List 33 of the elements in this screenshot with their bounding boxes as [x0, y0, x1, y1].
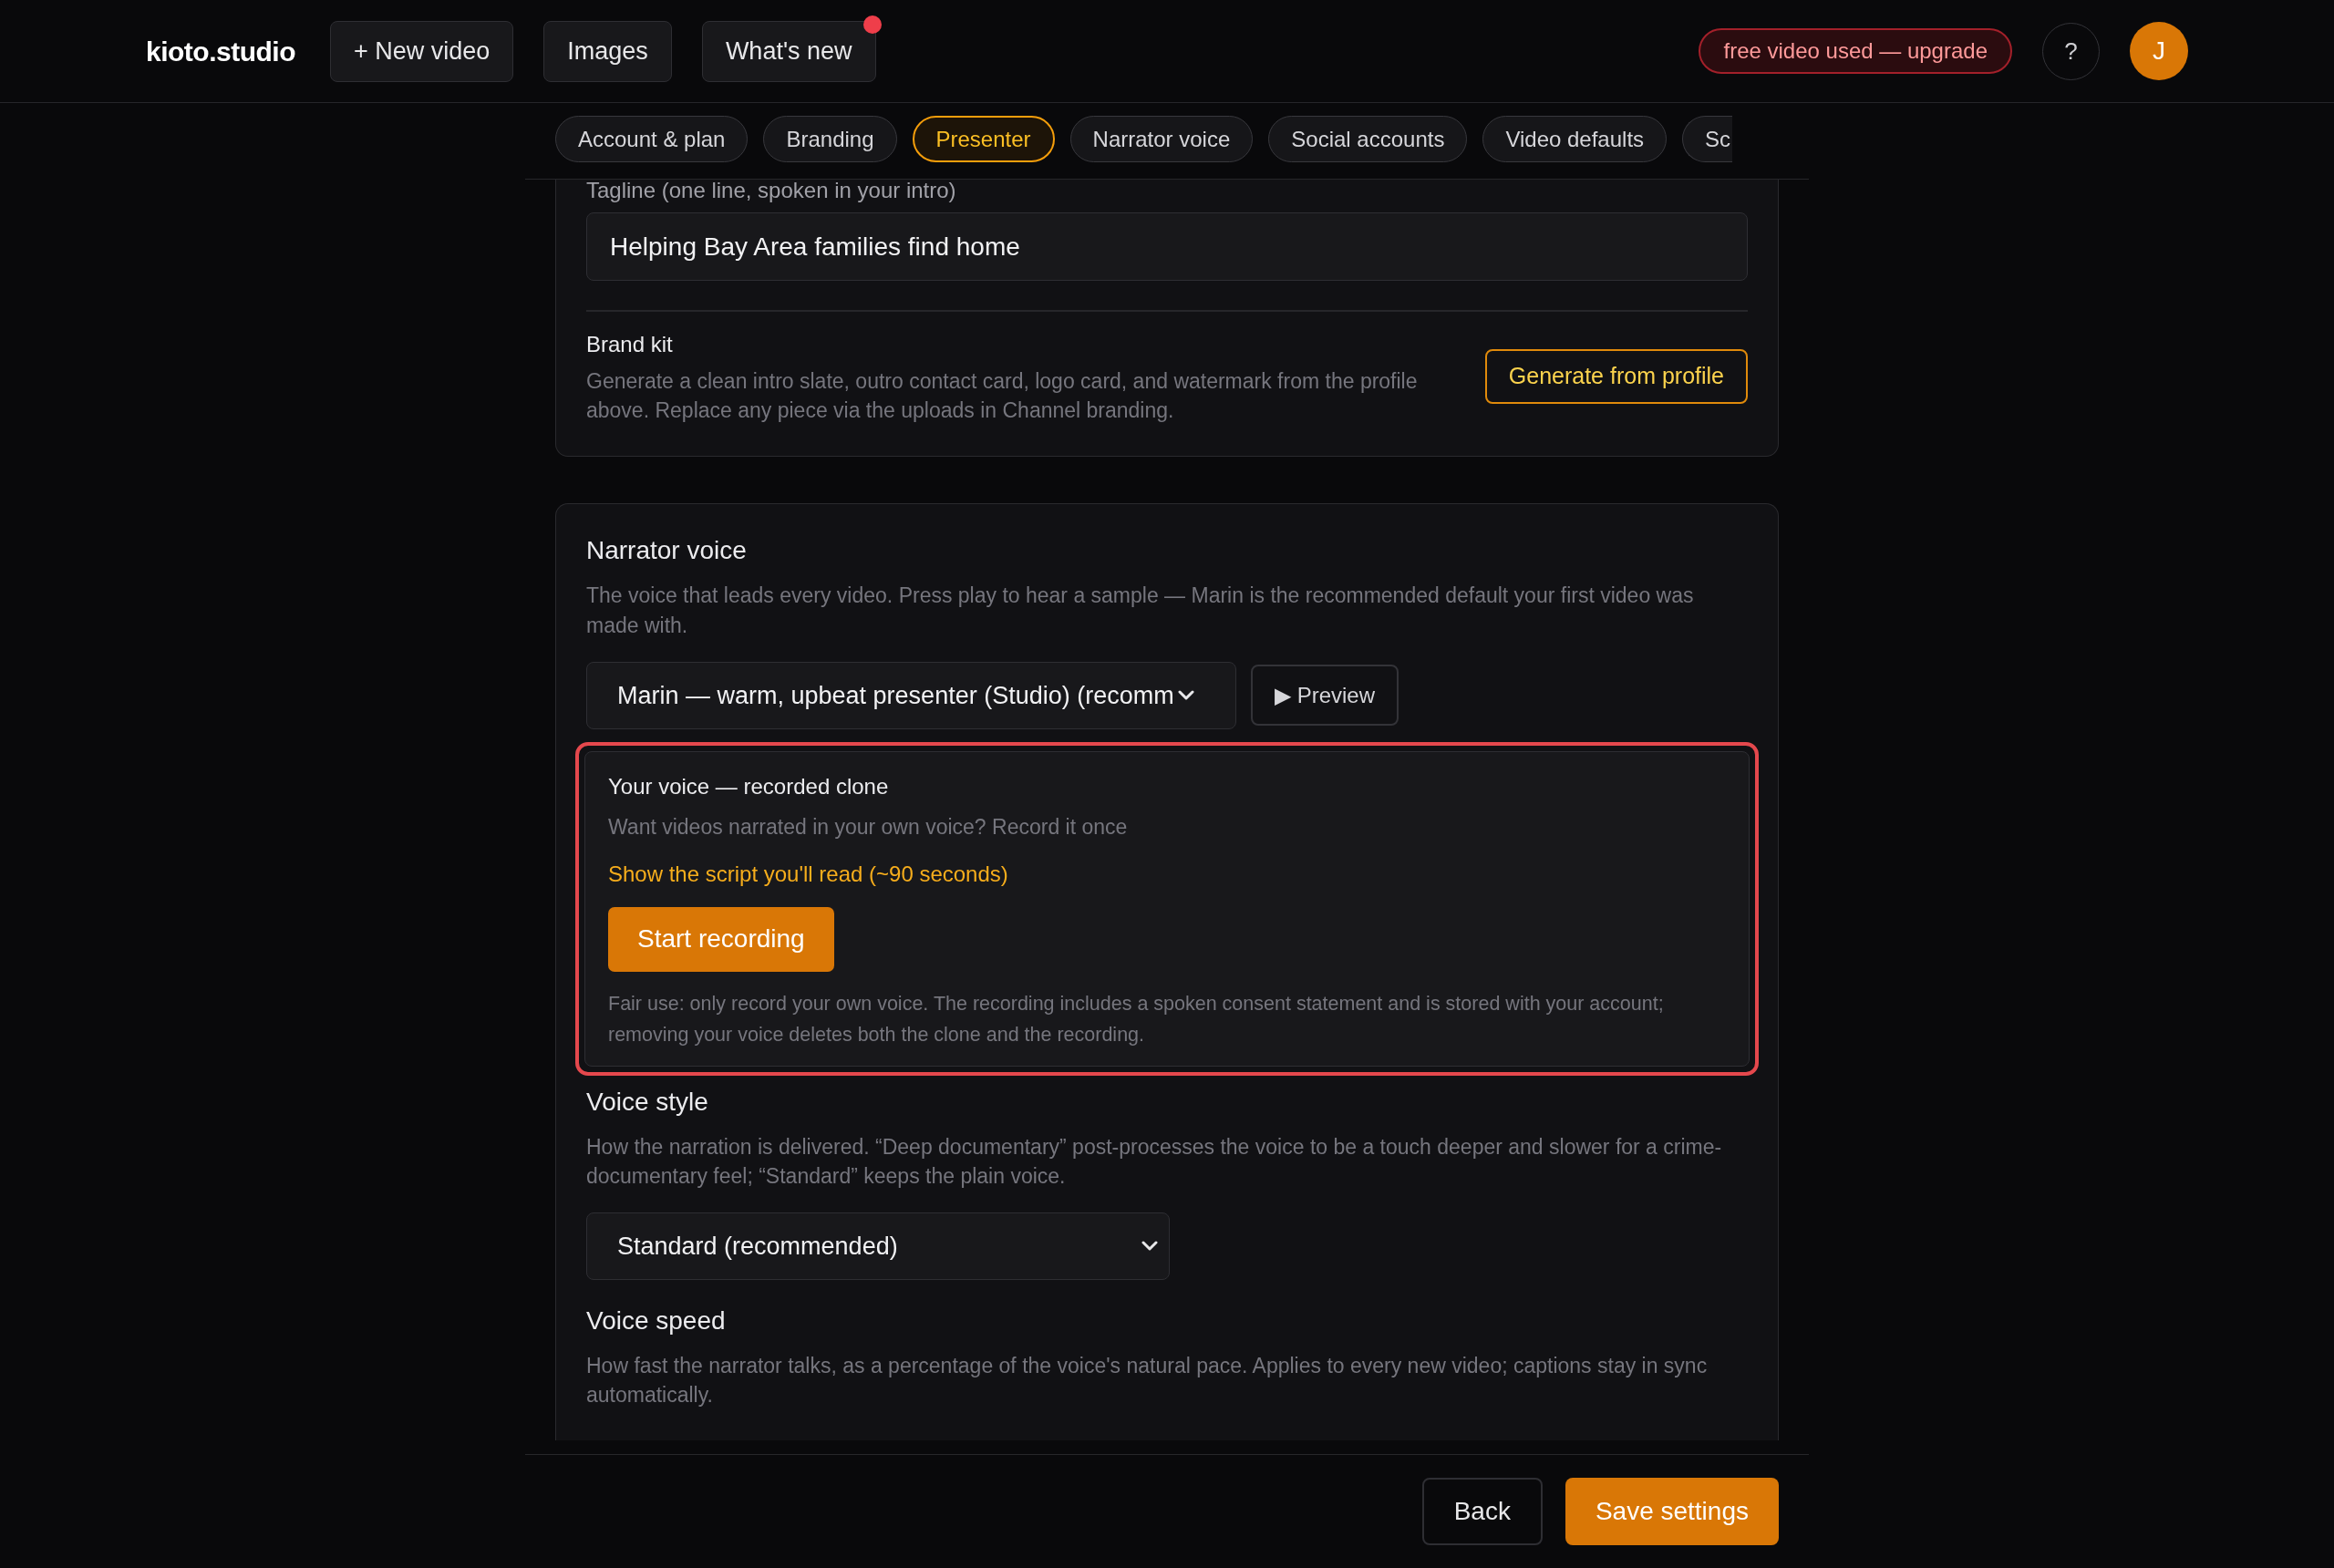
generate-button[interactable]: Generate from profile	[1484, 349, 1748, 405]
section-description: The voice that leads every video. Press play to hear a sample — Marin is the recommended default your first video was made with.	[586, 583, 1695, 639]
brand-logo[interactable]: kioto.studio	[146, 30, 295, 72]
voice-select[interactable]: Marin — warm, upbeat presenter (Studio) (recomm	[586, 661, 1236, 729]
section-title: Narrator voice	[586, 535, 748, 567]
field-label: Tagline (one line, spoken in your intro)	[586, 180, 957, 204]
settings-tab[interactable]: Branding	[763, 116, 897, 162]
settings-tab[interactable]: Account & plan	[555, 116, 749, 162]
section-description: How fast the narrator talks, as a percentage of the voice's natural pace. Applies to every new video; captions stay in sync automatically.	[586, 1353, 1709, 1409]
fair-use-note: Fair use: only record your own voice. The recording includes a spoken consent statement and is stored with your account; removing your voice deletes both the clone and the recording.	[608, 991, 1665, 1048]
settings-tab[interactable]: Video defaults	[1482, 116, 1668, 162]
panel-description: Want videos narrated in your own voice? Record it once	[608, 813, 1129, 841]
tagline-field[interactable]: Helping Bay Area families find home	[586, 212, 1748, 281]
script-link[interactable]: Show the script you'll read (~90 seconds)	[608, 861, 1008, 886]
settings-tab[interactable]: Presenter	[912, 116, 1055, 162]
nav-button[interactable]: What's new	[701, 20, 876, 82]
back-button[interactable]: Back	[1421, 1478, 1543, 1545]
settings-tab[interactable]: Sc	[1682, 116, 1733, 162]
section-title: Voice style	[586, 1086, 709, 1118]
panel-title: Your voice — recorded clone	[608, 772, 890, 800]
chevron-down-icon	[1141, 1241, 1158, 1253]
nav-button[interactable]: Images	[543, 20, 672, 82]
settings-tab[interactable]: Social accounts	[1268, 116, 1468, 162]
section-description: Generate a clean intro slate, outro contact card, logo card, and watermark from the profile above. Replace any piece via the uploads in Channel branding.	[586, 368, 1419, 425]
style-select[interactable]: Standard (recommended)	[586, 1212, 1170, 1281]
chevron-down-icon	[1177, 689, 1194, 701]
upgrade-badge[interactable]: free video used — upgrade	[1699, 28, 2012, 74]
settings-tab[interactable]: Narrator voice	[1069, 116, 1254, 162]
section-title: Brand kit	[586, 331, 674, 358]
preview-button[interactable]: ▶ Preview	[1251, 665, 1399, 727]
section-description: How the narration is delivered. “Deep documentary” post-processes the voice to be a touch deeper and slower for a crime-documentary feel; “Standard” keeps the plain voice.	[586, 1133, 1723, 1190]
section-title: Voice speed	[586, 1305, 727, 1337]
nav-button[interactable]: + New video	[330, 20, 514, 82]
